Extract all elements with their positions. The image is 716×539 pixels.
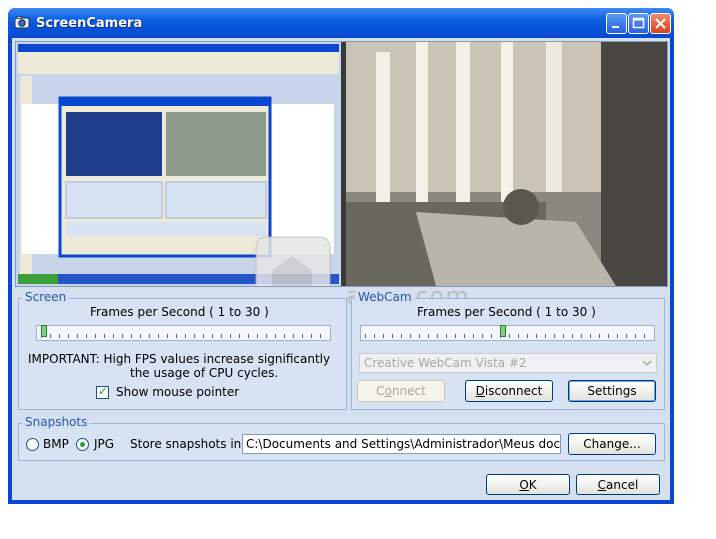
connect-label-key: o [384,384,392,398]
fps-warning: IMPORTANT: High FPS values increase sign… [28,352,331,366]
preview-area: anxz.com [15,41,668,310]
ok-label-post: K [528,478,537,492]
connect-button[interactable]: Connect [357,380,445,402]
cancel-label-post: ancel [606,478,639,492]
disconnect-button[interactable]: Disconnect [465,380,553,402]
snapshots-legend: Snapshots [22,415,91,429]
minimize-button[interactable] [606,13,627,34]
minimize-icon [612,26,619,28]
screen-legend: Screen [22,290,70,304]
webcam-preview [346,42,667,286]
webcam-device-value: Creative WebCam Vista #2 [364,356,527,370]
snapshot-path-field[interactable]: C:\Documents and Settings\Administrador\… [242,434,561,454]
jpg-radio[interactable] [76,438,89,451]
store-snapshots-label: Store snapshots in: [130,437,246,451]
fps-warning-line2: the usage of CPU cycles. [130,366,279,380]
screen-fps-label: Frames per Second ( 1 to 30 ) [90,305,269,319]
change-label: Change... [583,437,641,451]
screen-fps-slider[interactable] [36,325,331,341]
title-bar[interactable]: ScreenCamera [8,8,674,38]
webcam-fps-ticks [365,334,650,338]
webcam-legend: WebCam [355,290,415,304]
webcam-fps-slider[interactable] [360,325,655,341]
preview-images [16,42,667,306]
settings-label: Settings [587,384,637,398]
bmp-label: BMP [43,437,69,451]
client-area: anxz.com Screen Frames per Second ( 1 to… [12,38,670,500]
webcam-fps-label: Frames per Second ( 1 to 30 ) [417,305,596,319]
maximize-icon [632,17,645,29]
ok-button[interactable]: OK [486,474,570,495]
checkmark-icon: ✓ [98,384,109,398]
close-icon [655,18,666,29]
screen-fps-ticks [41,334,326,338]
settings-button[interactable]: Settings [568,380,656,402]
maximize-button[interactable] [628,13,649,34]
connect-label-pre: C [376,384,385,398]
show-mouse-label: Show mouse pointer [116,385,240,399]
webcam-device-select[interactable]: Creative WebCam Vista #2 [359,353,657,373]
disconnect-label-key: D [475,384,485,398]
bmp-radio[interactable] [26,438,39,451]
app-icon [14,16,30,29]
connect-label-post: nnect [391,384,426,398]
show-mouse-checkbox[interactable]: ✓ [96,384,109,399]
screencamera-window: ScreenCamera Screen Frames per Second (… [8,8,674,504]
cancel-label-key: C [597,478,607,492]
close-button[interactable] [650,13,671,34]
watermark-logo [255,236,331,306]
window-title: ScreenCamera [36,16,143,31]
chevron-down-icon [642,360,652,367]
jpg-label: JPG [94,437,115,451]
radio-selected-dot [80,442,85,447]
ok-label-key: O [519,478,529,492]
cancel-button[interactable]: Cancel [576,474,660,495]
change-path-button[interactable]: Change... [568,433,656,455]
disconnect-label-post: isconnect [484,384,543,398]
